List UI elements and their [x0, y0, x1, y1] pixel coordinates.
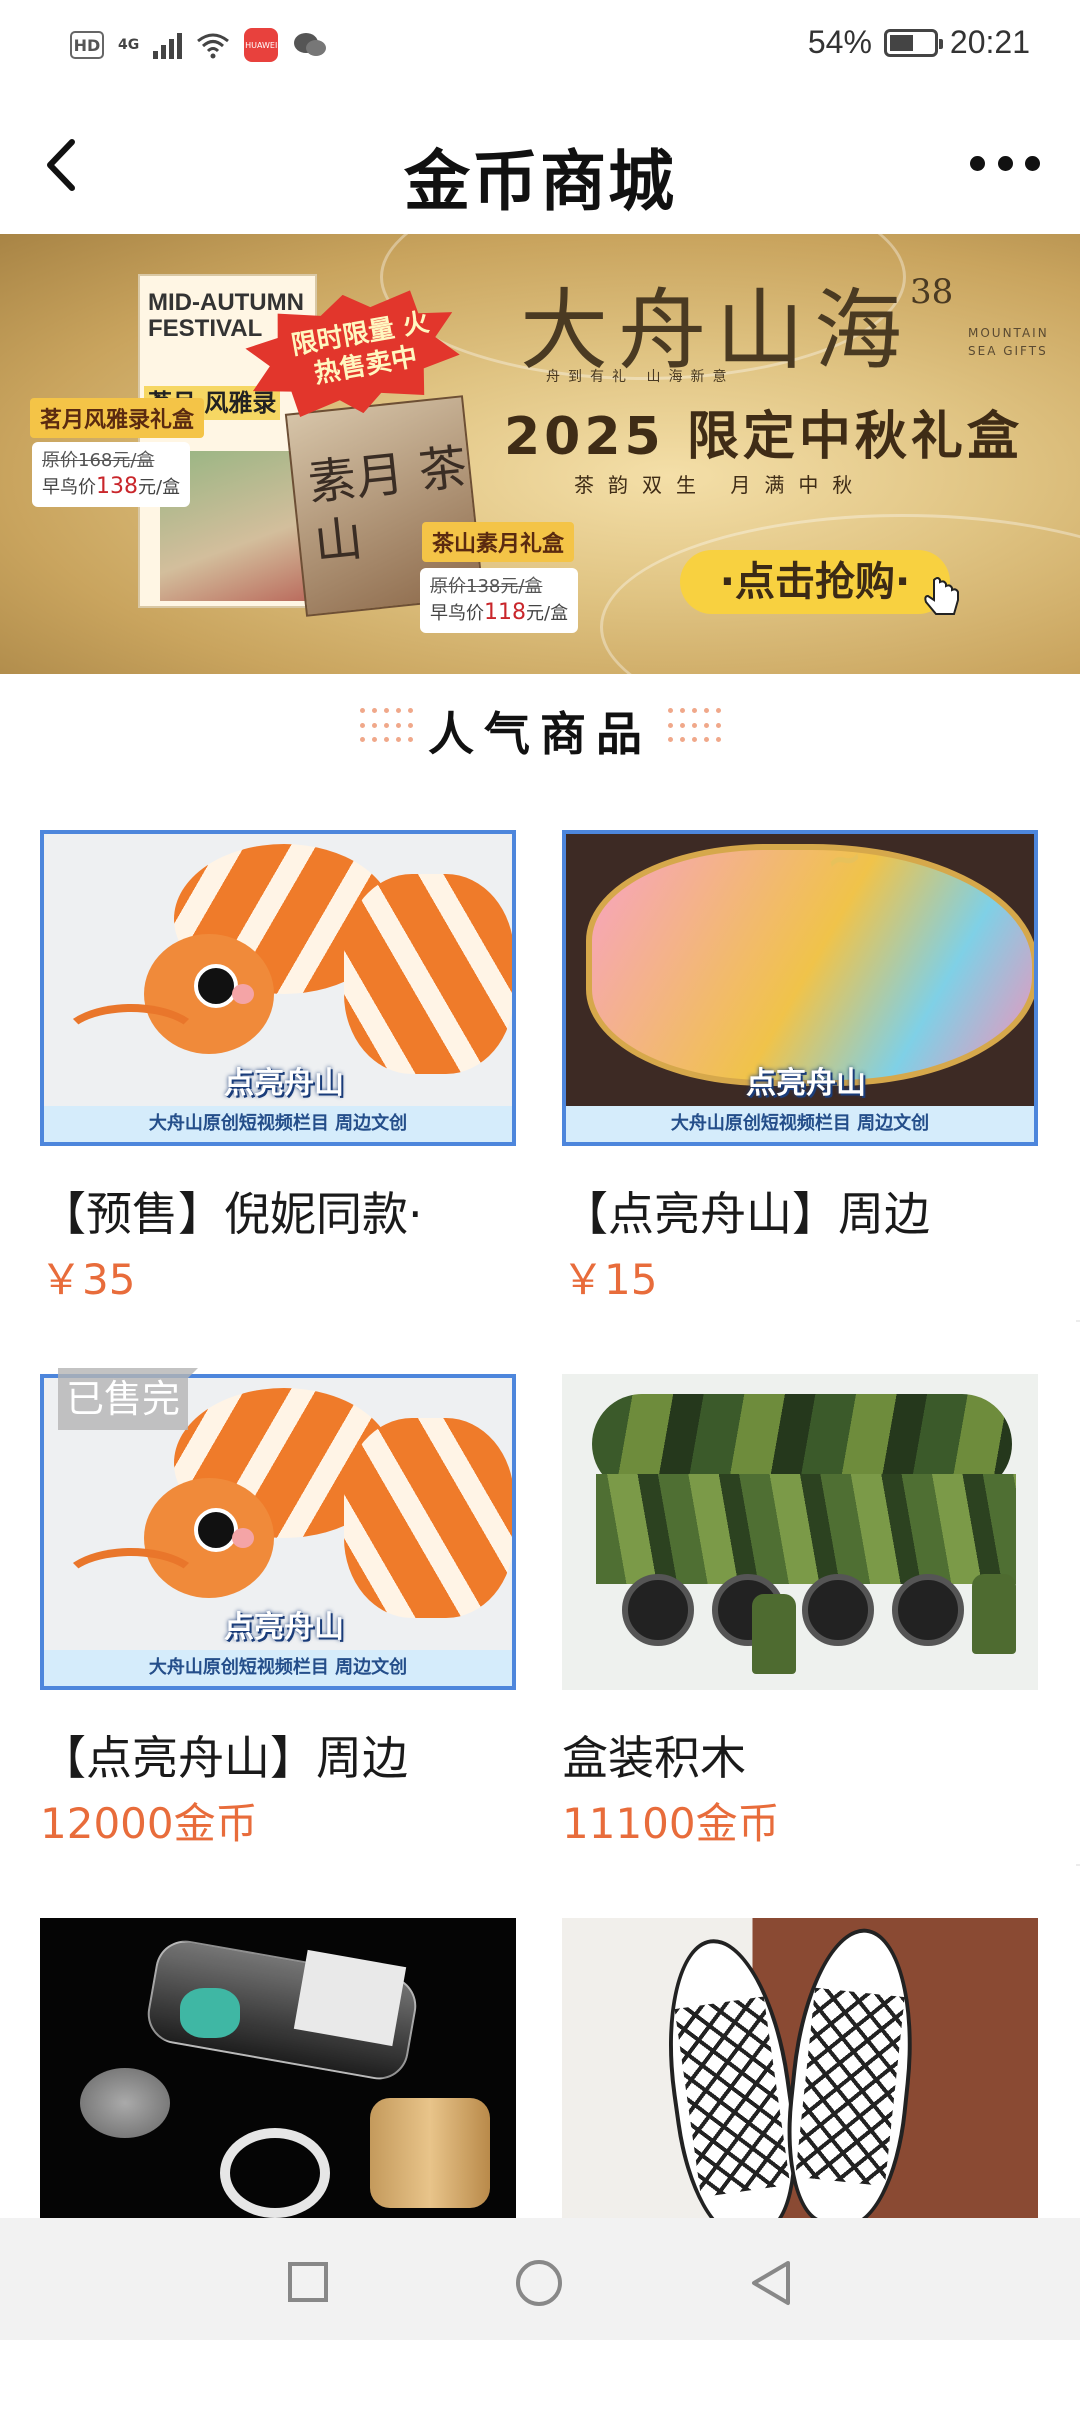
image-watermark: 点亮舟山: [224, 1066, 344, 1101]
image-caption: 大舟山原创短视频栏目 周边文创: [44, 1650, 512, 1686]
clock: 20:21: [949, 24, 1030, 60]
sold-out-badge: 已售完: [58, 1368, 198, 1430]
wechat-icon: [294, 33, 327, 56]
system-nav-bar: [0, 2218, 1080, 2340]
buy-now-button[interactable]: ·点击抢购·: [680, 550, 950, 614]
status-right: 54% 20:21: [808, 24, 1030, 61]
price-card-1: 原价168元/盒 早鸟价138元/盒: [32, 442, 191, 507]
image-watermark: 点亮舟山: [224, 1610, 344, 1645]
fish-plush-image: [562, 1918, 1038, 2234]
gift-tag-1: 茗月风雅录礼盒: [30, 398, 205, 438]
huawei-app-icon: HUAWEI: [244, 28, 279, 62]
product-price: 12000金币: [40, 1799, 258, 1848]
brand-slogan: 舟到有礼 山海新意: [546, 369, 735, 385]
status-bar: HD 4G HUAWEI 54% 20:21: [0, 0, 1080, 100]
more-dots-icon[interactable]: [970, 148, 1040, 178]
nav-header: 金币商城: [0, 100, 1080, 232]
gift-tag-2: 茶山素月礼盒: [422, 522, 575, 562]
product-price: ￥35: [40, 1255, 136, 1304]
product-name: 盒装积木: [562, 1731, 746, 1785]
section-title: 人气商品: [428, 707, 652, 761]
product-name: 【点亮舟山】周边: [40, 1731, 408, 1785]
product-name: 【预售】倪妮同款·: [40, 1187, 423, 1241]
product-card[interactable]: 盒装积木 11100金币: [538, 1322, 1076, 1866]
image-watermark: 点亮舟山: [746, 1066, 866, 1101]
product-image: 点亮舟山 大舟山原创短视频栏目 周边文创: [40, 830, 516, 1146]
battery-icon: [883, 28, 943, 57]
brand-number: 38: [910, 272, 954, 312]
brand-english: MOUNTAIN SEA GIFTS: [968, 326, 1049, 358]
status-left: HD 4G HUAWEI: [70, 28, 328, 62]
nav-recent-icon[interactable]: [288, 2262, 328, 2302]
nav-home-icon[interactable]: [516, 2260, 562, 2306]
product-name: 【点亮舟山】周边: [562, 1187, 930, 1241]
decor-dots-right: [668, 708, 724, 748]
network-type: 4G: [118, 37, 140, 53]
product-image: ~ 点亮舟山 大舟山原创短视频栏目 周边文创: [562, 830, 1038, 1146]
image-caption: 大舟山原创短视频栏目 周边文创: [44, 1106, 512, 1142]
signal-icon: [153, 31, 183, 59]
product-image: [562, 1374, 1038, 1690]
product-price: 11100金币: [562, 1799, 780, 1848]
product-image: [562, 1918, 1038, 2234]
promo-banner[interactable]: MID-AUTUMN FESTIVAL 茗月 风雅录 素月 茶山 限时限量 火热…: [0, 234, 1080, 674]
glass-bottle-image: [40, 1918, 516, 2234]
product-card[interactable]: ~ 点亮舟山 大舟山原创短视频栏目 周边文创 【点亮舟山】周边 ￥15: [538, 778, 1076, 1322]
page-title: 金币商城: [404, 143, 676, 220]
product-price: ￥15: [562, 1255, 658, 1304]
product-card[interactable]: 点亮舟山 大舟山原创短视频栏目 周边文创 【预售】倪妮同款· ￥35: [0, 778, 538, 1322]
new-price-1: 早鸟价138元/盒: [42, 474, 181, 499]
banner-subline: 茶韵双生 月满中秋: [574, 473, 867, 497]
building-blocks-truck-image: [562, 1374, 1038, 1690]
image-caption: 大舟山原创短视频栏目 周边文创: [566, 1106, 1034, 1142]
wifi-icon: [197, 33, 230, 59]
product-image: [40, 1918, 516, 2234]
old-price-1: 原价168元/盒: [42, 450, 155, 471]
new-price-2: 早鸟价118元/盒: [430, 600, 569, 625]
old-price-2: 原价138元/盒: [430, 576, 543, 597]
hd-icon: HD: [70, 31, 104, 59]
pointer-hand-icon: [924, 577, 959, 615]
popular-section-header: 人气商品: [0, 674, 1080, 778]
price-card-2: 原价138元/盒 早鸟价118元/盒: [420, 568, 579, 633]
banner-headline: 2025 限定中秋礼盒: [504, 407, 1023, 467]
battery-percent: 54%: [807, 24, 872, 60]
nav-back-icon[interactable]: [748, 2258, 794, 2308]
